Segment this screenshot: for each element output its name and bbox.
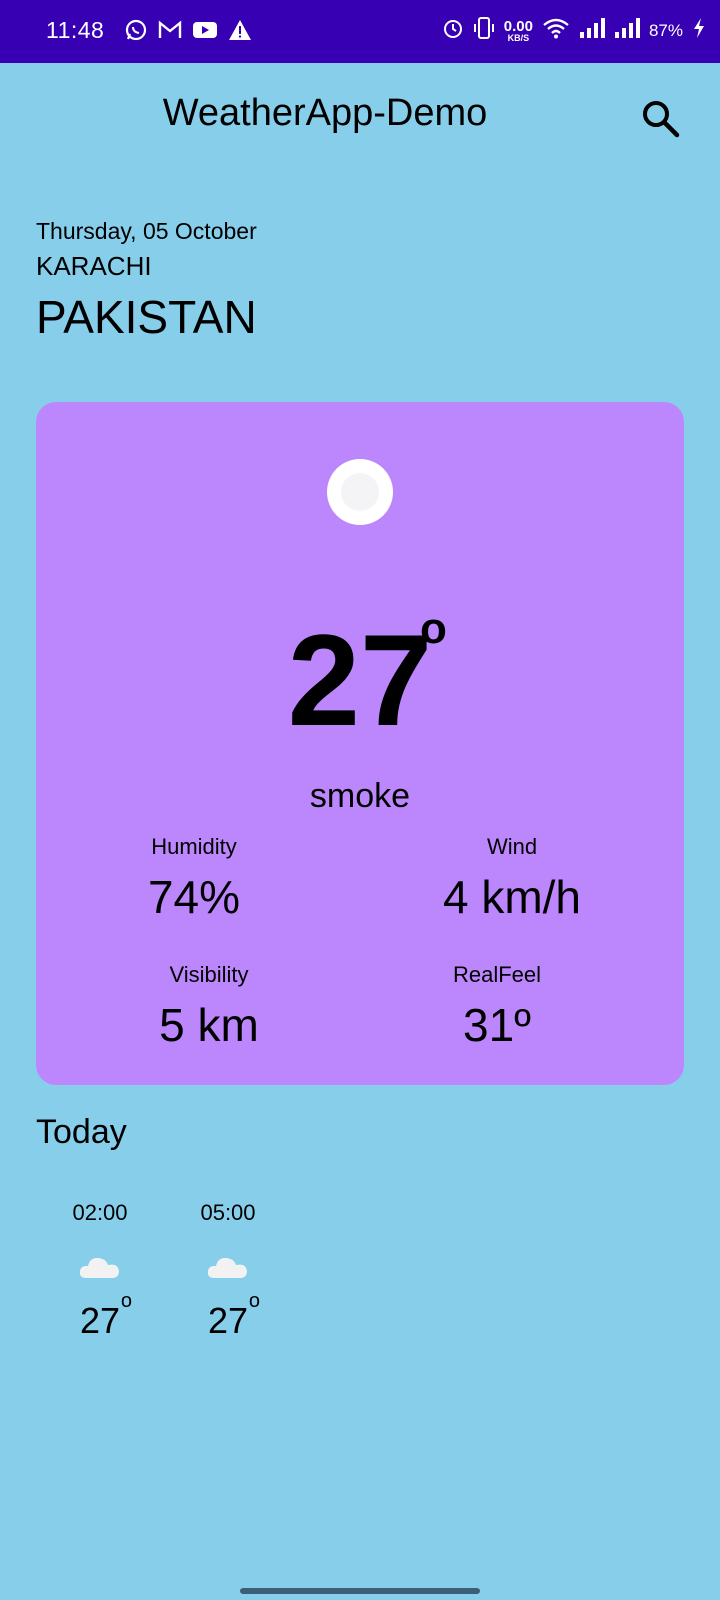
- realfeel-label: RealFeel: [452, 962, 542, 987]
- notification-icons: [124, 18, 252, 47]
- search-icon: [640, 101, 682, 144]
- weather-condition: smoke: [309, 777, 411, 815]
- hour-time: 02:00: [72, 1200, 128, 1225]
- app-title: WeatherApp-Demo: [162, 92, 488, 134]
- hour-time: 05:00: [200, 1200, 256, 1225]
- hour-temperature: 27 o: [207, 1290, 261, 1341]
- youtube-icon: [192, 20, 218, 45]
- battery-level: 87%: [648, 20, 683, 40]
- wind-label: Wind: [486, 834, 538, 859]
- current-weather-card: 27 o smoke Humidity 74% Wind 4 km/h Visi…: [36, 402, 684, 1085]
- whatsapp-icon: [124, 18, 148, 47]
- status-time: 11:48: [46, 17, 105, 43]
- hourly-item[interactable]: 02:00 27 o: [50, 1200, 150, 1342]
- signal-icon: [614, 17, 640, 44]
- realfeel-value: 31º: [463, 999, 531, 1051]
- wifi-icon: [542, 17, 570, 44]
- country-name: PAKISTAN: [36, 291, 257, 343]
- signal-icon: [579, 17, 605, 44]
- humidity-label: Humidity: [151, 834, 237, 859]
- weather-icon: [327, 459, 393, 525]
- gesture-nav-bar[interactable]: [240, 1588, 480, 1594]
- vibrate-icon: [473, 16, 495, 45]
- city-name: KARACHI: [36, 251, 152, 281]
- status-bar: 11:48 0.00 KB/S 87%: [0, 0, 720, 63]
- today-heading: Today: [36, 1113, 127, 1151]
- alarm-icon: [442, 17, 464, 44]
- hourly-item[interactable]: 05:00 27 o: [178, 1200, 278, 1342]
- hour-temperature: 27 o: [79, 1290, 133, 1341]
- humidity-value: 74%: [147, 871, 241, 923]
- visibility-label: Visibility: [169, 962, 249, 987]
- visibility-value: 5 km: [159, 999, 259, 1051]
- warning-icon: [228, 19, 252, 46]
- gmail-icon: [158, 20, 182, 45]
- current-temperature: 27: [287, 607, 433, 753]
- cloud-icon: [206, 1252, 250, 1282]
- charging-icon: [692, 17, 706, 44]
- degree-symbol: o: [420, 604, 447, 653]
- system-icons: 0.00 KB/S 87%: [442, 16, 706, 45]
- search-button[interactable]: [640, 98, 682, 140]
- cloud-icon: [78, 1252, 122, 1282]
- wind-value: 4 km/h: [442, 871, 582, 923]
- net-speed: 0.00 KB/S: [503, 17, 533, 43]
- current-date: Thursday, 05 October: [36, 218, 257, 244]
